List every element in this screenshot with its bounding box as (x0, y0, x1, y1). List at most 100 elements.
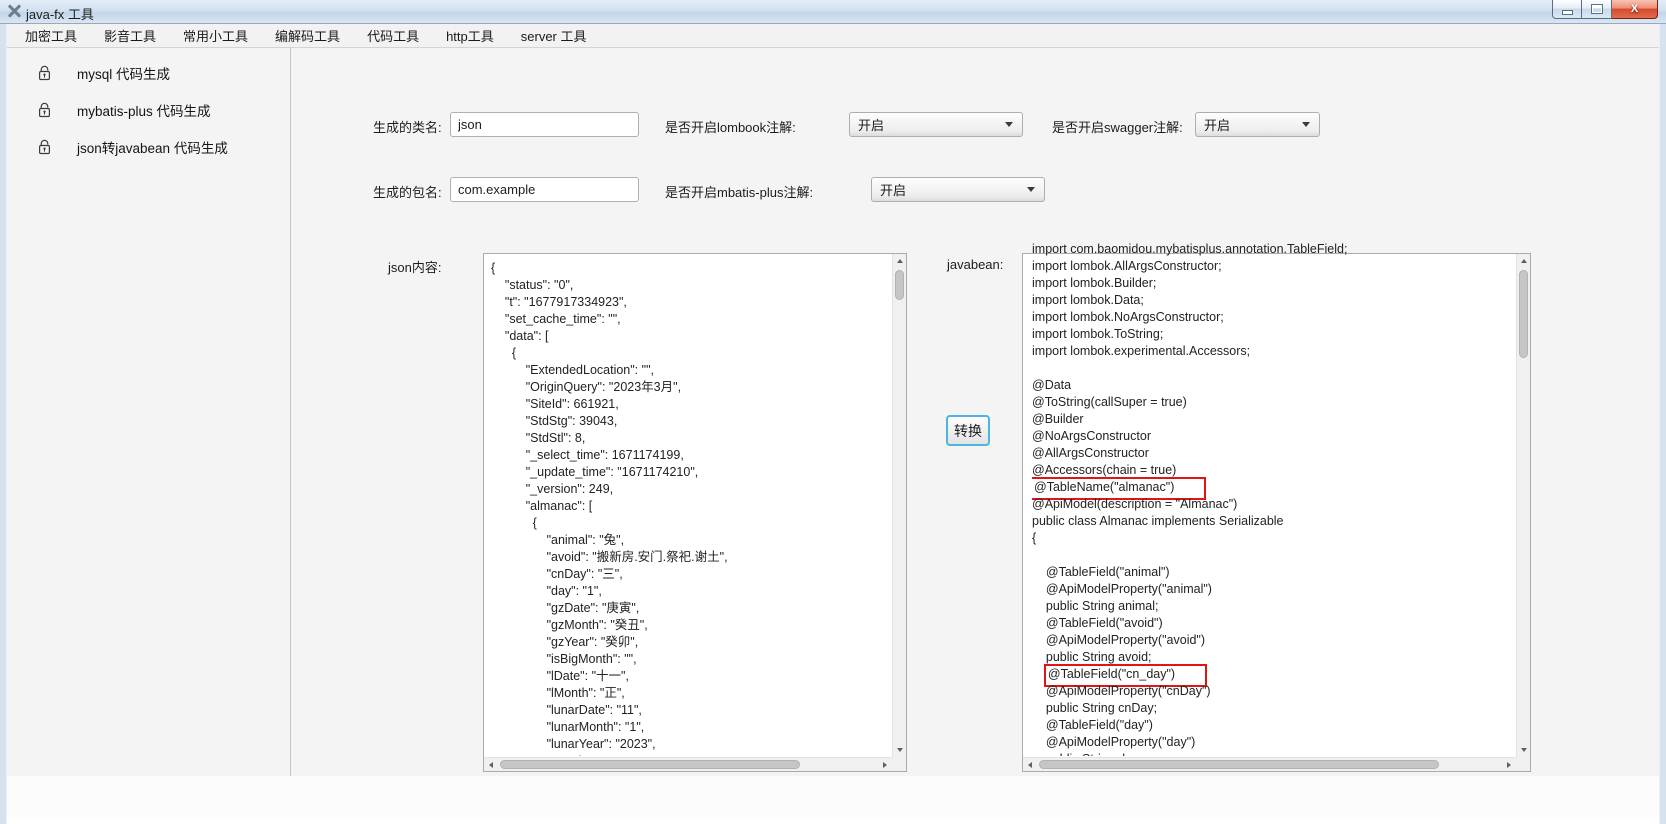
lock-icon (38, 139, 51, 155)
scroll-left-arrow[interactable] (484, 758, 498, 772)
sidebar-item-label: json转javabean 代码生成 (77, 137, 228, 157)
scroll-right-arrow[interactable] (878, 758, 892, 772)
maximize-icon (1592, 5, 1602, 13)
lombok-dropdown[interactable]: 开启 (849, 112, 1023, 137)
swagger-toggle-label: 是否开启swagger注解: (1052, 117, 1183, 136)
code-line: import lombok.Data; (1032, 292, 1514, 309)
scroll-up-arrow[interactable] (893, 254, 907, 268)
code-line: "lunarYear": "2023", (491, 736, 890, 753)
arrow-right-icon (1507, 762, 1511, 768)
bottom-strip (7, 776, 1659, 817)
code-line: "SiteId": 661921, (491, 396, 890, 413)
code-line: "_version": 249, (491, 481, 890, 498)
menu-bar: 加密工具 影音工具 常用小工具 编解码工具 代码工具 http工具 server… (7, 24, 1659, 48)
minimize-icon (1563, 11, 1572, 14)
code-line: public String animal; (1032, 598, 1514, 615)
code-line: "StdStg": 39043, (491, 413, 890, 430)
code-line: "lDate": "十一", (491, 668, 890, 685)
javabean-output-textarea[interactable]: import com.baomidou.mybatisplus.annotati… (1022, 253, 1531, 772)
window-title: java-fx 工具 (26, 4, 94, 23)
arrow-down-icon (897, 748, 903, 752)
menu-item-common-tools[interactable]: 常用小工具 (183, 26, 262, 45)
code-line: @TableField("day") (1032, 717, 1514, 734)
arrow-down-icon (1521, 748, 1527, 752)
menu-item-codec-tools[interactable]: 编解码工具 (275, 26, 354, 45)
code-line: { (1032, 530, 1514, 547)
code-line: import lombok.Builder; (1032, 275, 1514, 292)
code-line: "data": [ (491, 328, 890, 345)
javabean-output-text[interactable]: import com.baomidou.mybatisplus.annotati… (1032, 241, 1514, 756)
code-line: public String cnDay; (1032, 700, 1514, 717)
menu-item-http-tools[interactable]: http工具 (446, 26, 508, 45)
code-line: "month": "2", (491, 753, 890, 756)
sidebar-item-mysql-codegen[interactable]: mysql 代码生成 (28, 62, 268, 84)
package-name-label: 生成的包名: (373, 182, 442, 201)
app-icon (7, 4, 22, 19)
code-line: "OriginQuery": "2023年3月", (491, 379, 890, 396)
scroll-down-arrow[interactable] (1517, 743, 1531, 757)
package-name-input[interactable] (450, 177, 639, 202)
convert-button[interactable]: 转换 (946, 415, 990, 446)
code-line: @TableField("animal") (1032, 564, 1514, 581)
javabean-horizontal-scroll-thumb[interactable] (1039, 760, 1439, 769)
code-line: @Data (1032, 377, 1514, 394)
scrollbar-corner (1516, 757, 1530, 771)
code-line: "_update_time": "1671174210", (491, 464, 890, 481)
window-frame-right (1659, 24, 1666, 824)
scroll-right-arrow[interactable] (1502, 758, 1516, 772)
code-line: import lombok.experimental.Accessors; (1032, 343, 1514, 360)
minimize-button[interactable] (1552, 0, 1582, 19)
arrow-up-icon (897, 259, 903, 263)
code-line: "ExtendedLocation": "", (491, 362, 890, 379)
maximize-button[interactable] (1582, 0, 1612, 19)
lombok-toggle-label: 是否开启lombook注解: (665, 117, 796, 136)
code-line: import lombok.AllArgsConstructor; (1032, 258, 1514, 275)
mybatis-plus-dropdown-value: 开启 (880, 180, 1027, 199)
menu-item-media-tools[interactable]: 影音工具 (104, 26, 170, 45)
code-line: "t": "1677917334923", (491, 294, 890, 311)
code-line: @TableField("avoid") (1032, 615, 1514, 632)
json-horizontal-scrollbar[interactable] (484, 757, 892, 771)
code-line: "gzDate": "庚寅", (491, 600, 890, 617)
menu-item-server-tools[interactable]: server 工具 (521, 26, 601, 45)
lock-icon (38, 65, 51, 81)
json-horizontal-scroll-thumb[interactable] (500, 760, 800, 769)
json-content-textarea[interactable]: { "status": "0", "t": "1677917334923", "… (483, 253, 907, 772)
json-vertical-scrollbar[interactable] (892, 254, 906, 757)
titlebar: java-fx 工具 X (0, 0, 1666, 24)
code-line: "gzMonth": "癸丑", (491, 617, 890, 634)
scroll-down-arrow[interactable] (893, 743, 907, 757)
json-vertical-scroll-thumb[interactable] (895, 270, 904, 300)
code-line: "isBigMonth": "", (491, 651, 890, 668)
chevron-down-icon (1302, 122, 1310, 127)
sidebar-item-json-to-javabean-codegen[interactable]: json转javabean 代码生成 (28, 136, 268, 158)
scroll-up-arrow[interactable] (1517, 254, 1531, 268)
sidebar-item-mybatis-plus-codegen[interactable]: mybatis-plus 代码生成 (28, 99, 268, 121)
lombok-dropdown-value: 开启 (858, 115, 1005, 134)
class-name-input[interactable] (450, 112, 639, 137)
swagger-dropdown[interactable]: 开启 (1195, 112, 1320, 137)
mybatis-plus-dropdown[interactable]: 开启 (871, 177, 1045, 202)
class-name-label: 生成的类名: (373, 117, 442, 136)
code-line: "cnDay": "三", (491, 566, 890, 583)
code-line: @TableField("cn_day") (1032, 666, 1514, 683)
menu-item-encrypt-tools[interactable]: 加密工具 (25, 26, 91, 45)
code-line: @ApiModelProperty("avoid") (1032, 632, 1514, 649)
javabean-horizontal-scrollbar[interactable] (1023, 757, 1516, 771)
javabean-vertical-scroll-thumb[interactable] (1519, 270, 1528, 358)
menu-item-code-tools[interactable]: 代码工具 (367, 26, 433, 45)
code-line: { (491, 260, 890, 277)
code-line: { (491, 515, 890, 532)
close-button[interactable]: X (1612, 0, 1658, 19)
json-content-text[interactable]: { "status": "0", "t": "1677917334923", "… (491, 260, 890, 756)
code-line: @ToString(callSuper = true) (1032, 394, 1514, 411)
javabean-vertical-scrollbar[interactable] (1516, 254, 1530, 757)
code-line: "avoid": "搬新房.安门.祭祀.谢土", (491, 549, 890, 566)
code-line: "animal": "兔", (491, 532, 890, 549)
scroll-left-arrow[interactable] (1023, 758, 1037, 772)
code-line: @AllArgsConstructor (1032, 445, 1514, 462)
code-line: @ApiModelProperty("animal") (1032, 581, 1514, 598)
code-line: "StdStl": 8, (491, 430, 890, 447)
code-line: { (491, 345, 890, 362)
code-line: "_select_time": 1671174199, (491, 447, 890, 464)
